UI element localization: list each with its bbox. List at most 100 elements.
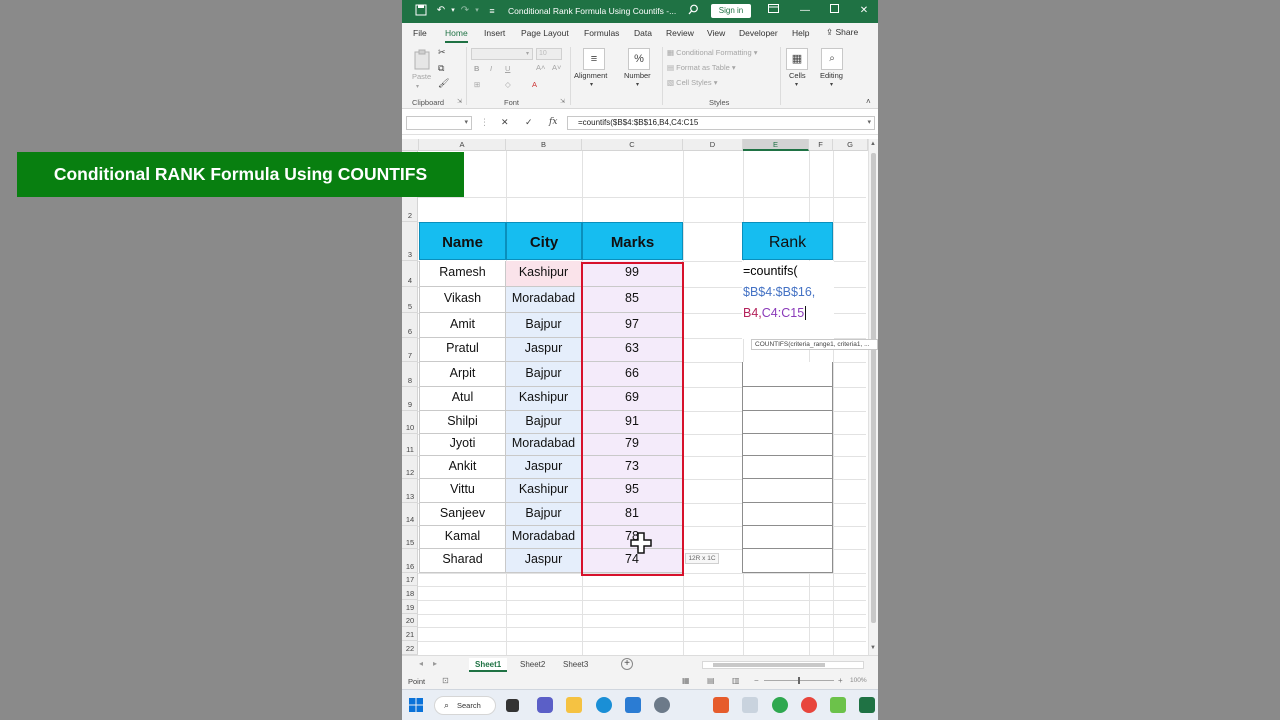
teams-icon[interactable]: [537, 697, 553, 713]
row-header-6[interactable]: 6: [402, 313, 418, 338]
customize-toolbar-icon[interactable]: ≡: [485, 4, 499, 18]
font-name-dropdown-icon[interactable]: ▾: [526, 50, 529, 57]
worksheet-grid[interactable]: A B C D E F G 1 2 3 4 5 6 7 8 9 10 11 12 13 14 15 16 17 1…: [402, 139, 878, 656]
zoom-in-icon[interactable]: +: [838, 676, 843, 685]
column-header-a[interactable]: A: [419, 139, 506, 151]
cut-icon[interactable]: ✂: [438, 47, 446, 58]
horizontal-scrollbar[interactable]: [702, 661, 864, 669]
alignment-button[interactable]: Alignment: [574, 71, 607, 80]
sheet-nav-next-icon[interactable]: ▸: [433, 659, 437, 668]
row-header-4[interactable]: 4: [402, 261, 418, 287]
tab-view[interactable]: View: [707, 28, 725, 38]
number-button[interactable]: Number: [624, 71, 651, 80]
row-header-12[interactable]: 12: [402, 456, 418, 479]
row-header-2[interactable]: 2: [402, 197, 418, 222]
vertical-scroll-thumb[interactable]: [871, 153, 876, 623]
row-header-19[interactable]: 19: [402, 600, 418, 614]
row-header-7[interactable]: 7: [402, 338, 418, 362]
select-all-corner[interactable]: [402, 139, 419, 151]
file-explorer-icon[interactable]: [566, 697, 582, 713]
font-color-icon[interactable]: A: [532, 80, 537, 89]
tab-insert[interactable]: Insert: [484, 28, 505, 38]
enter-icon[interactable]: ✓: [525, 117, 533, 128]
scroll-up-icon[interactable]: ▲: [870, 141, 876, 147]
format-painter-icon[interactable]: 🖌: [438, 78, 449, 89]
vertical-scrollbar[interactable]: ▲ ▼: [868, 139, 878, 655]
task-view-icon[interactable]: [506, 699, 519, 712]
paste-button[interactable]: Paste: [412, 72, 431, 81]
row-header-15[interactable]: 15: [402, 526, 418, 549]
row-header-20[interactable]: 20: [402, 614, 418, 627]
whatsapp-icon[interactable]: [772, 697, 788, 713]
cancel-icon[interactable]: ✕: [501, 117, 509, 128]
row-header-21[interactable]: 21: [402, 627, 418, 641]
copy-icon[interactable]: ⧉: [438, 63, 444, 74]
redo-dropdown-icon[interactable]: ▾: [470, 4, 484, 18]
share-button[interactable]: ⇪ Share: [826, 27, 858, 38]
increase-font-icon[interactable]: A˄: [536, 63, 545, 72]
collapse-ribbon-icon[interactable]: ˄: [866, 97, 871, 106]
add-sheet-icon[interactable]: +: [621, 658, 633, 670]
clipboard-launcher-icon[interactable]: ⇲: [457, 98, 462, 105]
font-size-field[interactable]: 10: [536, 48, 562, 60]
font-name-field[interactable]: [471, 48, 533, 60]
borders-icon[interactable]: ⊞: [474, 80, 480, 89]
insert-function-icon[interactable]: fx: [549, 117, 557, 127]
alignment-icon[interactable]: ≡: [583, 48, 605, 70]
row-header-11[interactable]: 11: [402, 434, 418, 456]
zoom-level[interactable]: 100%: [850, 677, 867, 684]
column-header-c[interactable]: C: [582, 139, 683, 151]
tab-help[interactable]: Help: [792, 28, 809, 38]
sign-in-button[interactable]: Sign in: [711, 4, 751, 18]
excel-taskbar-icon[interactable]: [859, 697, 875, 713]
underline-icon[interactable]: U: [505, 64, 510, 73]
macro-record-icon[interactable]: ⊡: [442, 676, 449, 685]
paste-dropdown-icon[interactable]: ▾: [416, 83, 419, 90]
close-icon[interactable]: ✕: [857, 4, 871, 18]
windows-start-icon[interactable]: [408, 697, 424, 713]
settings-icon[interactable]: [654, 697, 670, 713]
ribbon-display-icon[interactable]: [766, 4, 780, 18]
minimize-icon[interactable]: —: [798, 4, 812, 18]
row-header-5[interactable]: 5: [402, 287, 418, 313]
zoom-slider-thumb[interactable]: [798, 677, 800, 684]
column-header-d[interactable]: D: [683, 139, 743, 151]
cells-icon[interactable]: ▦: [786, 48, 808, 70]
bold-icon[interactable]: B: [474, 64, 479, 73]
row-header-14[interactable]: 14: [402, 503, 418, 526]
page-layout-view-icon[interactable]: ▤: [707, 676, 715, 685]
tab-file[interactable]: File: [413, 28, 427, 38]
tab-home[interactable]: Home: [445, 28, 468, 43]
save-icon[interactable]: [414, 4, 428, 18]
row-header-10[interactable]: 10: [402, 411, 418, 434]
row-header-16[interactable]: 16: [402, 549, 418, 573]
editing-button[interactable]: Editing: [820, 71, 843, 80]
tab-page-layout[interactable]: Page Layout: [521, 28, 569, 38]
sheet-tab-sheet2[interactable]: Sheet2: [520, 658, 545, 672]
editing-icon[interactable]: ⌕: [821, 48, 843, 70]
horizontal-scroll-thumb[interactable]: [713, 663, 825, 667]
conditional-formatting-button[interactable]: ▦ Conditional Formatting ▾: [667, 48, 758, 57]
formula-input[interactable]: =countifs($B$4:$B$16,B4,C4:C15 ▾: [567, 116, 875, 130]
row-header-18[interactable]: 18: [402, 586, 418, 600]
sheet-tab-sheet1[interactable]: Sheet1: [469, 658, 508, 672]
row-header-22[interactable]: 22: [402, 641, 418, 655]
decrease-font-icon[interactable]: A˅: [552, 63, 561, 72]
cell-styles-button[interactable]: ▧ Cell Styles ▾: [667, 78, 717, 87]
number-format-icon[interactable]: %: [628, 48, 650, 70]
column-header-e[interactable]: E: [743, 139, 809, 151]
row-header-13[interactable]: 13: [402, 479, 418, 503]
brave-icon[interactable]: [713, 697, 729, 713]
sheet-tab-sheet3[interactable]: Sheet3: [563, 658, 588, 672]
column-header-g[interactable]: G: [833, 139, 868, 151]
maximize-icon[interactable]: [827, 4, 841, 18]
tab-review[interactable]: Review: [666, 28, 694, 38]
chrome-icon[interactable]: [801, 697, 817, 713]
row-header-3[interactable]: 3: [402, 222, 418, 261]
row-header-1[interactable]: 1: [402, 151, 418, 197]
snipping-tool-icon[interactable]: [742, 697, 758, 713]
scroll-down-icon[interactable]: ▼: [870, 645, 876, 651]
taskbar-search[interactable]: ⌕ Search: [434, 696, 496, 715]
store-icon[interactable]: [625, 697, 641, 713]
zoom-out-icon[interactable]: −: [754, 676, 759, 685]
